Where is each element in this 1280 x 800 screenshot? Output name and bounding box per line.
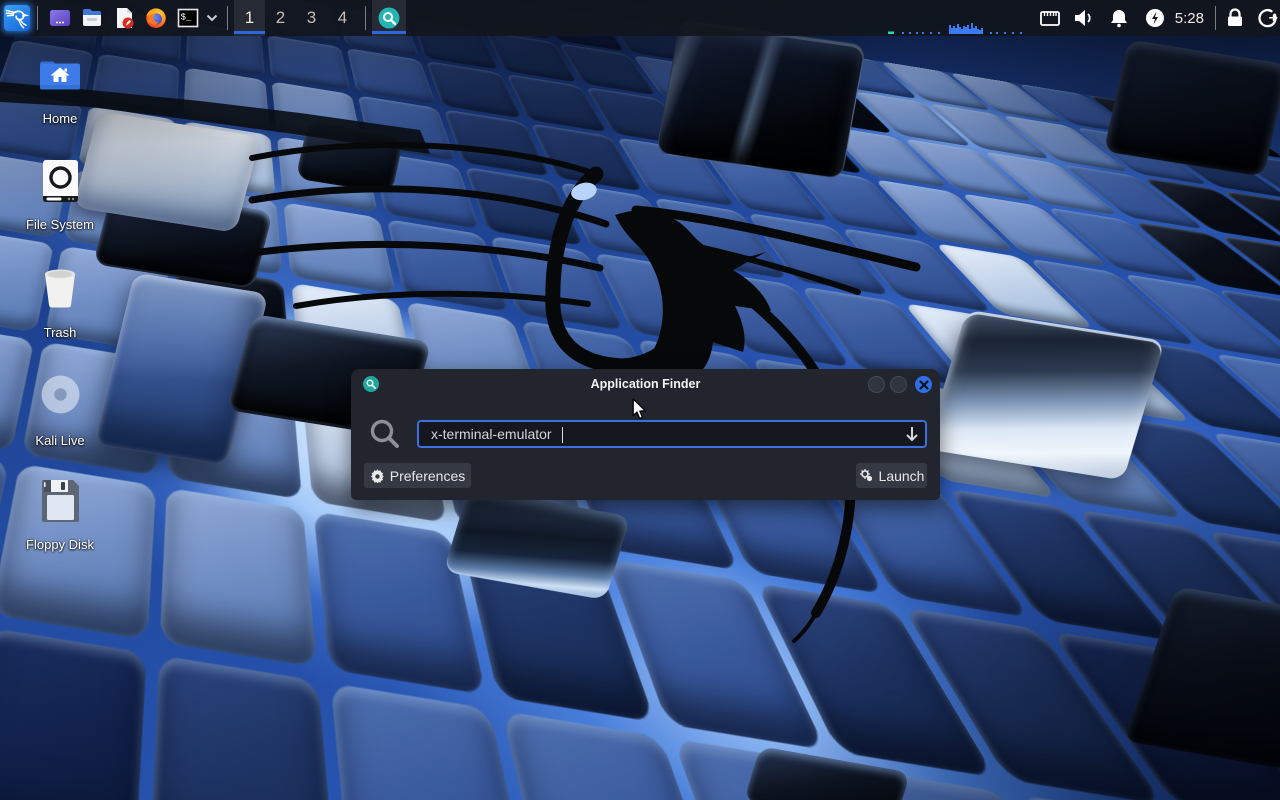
svg-text:$_: $_	[181, 13, 192, 23]
